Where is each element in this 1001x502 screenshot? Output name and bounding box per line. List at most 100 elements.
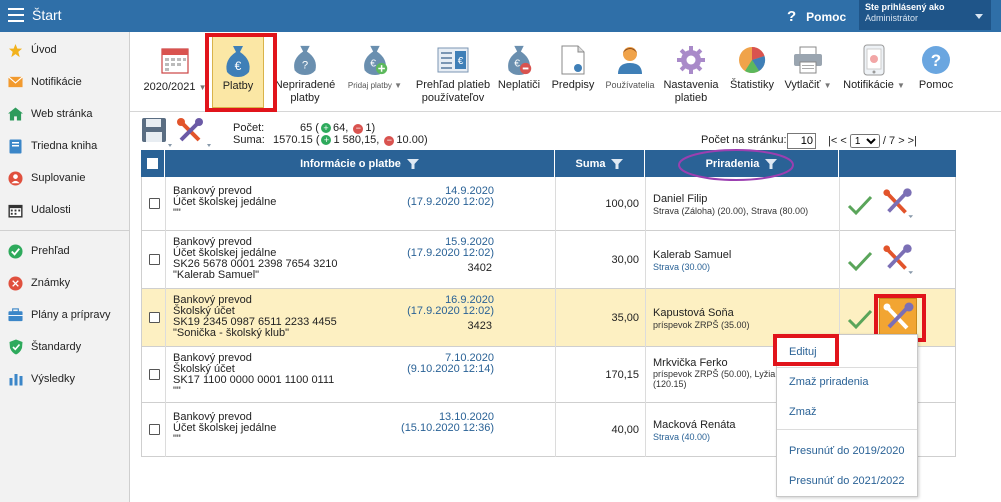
next-page-links[interactable]: > >| [898,135,917,147]
per-page-label: Počet na stránku: [701,134,787,146]
row-tools-icon[interactable] [881,243,915,275]
row-checkbox[interactable] [149,254,160,265]
shield-icon [8,339,23,355]
svg-text:?: ? [302,59,308,71]
prev-page-links[interactable]: |< < [828,135,847,147]
svg-text:€: € [514,59,520,70]
actions-header [839,150,956,177]
payment-sum: 35,00 [611,312,639,324]
sidebar-item-plany[interactable]: Plány a prípravy [0,301,129,329]
calendar-icon [8,203,23,218]
sidebar-item-notifikacie[interactable]: Notifikácie [0,68,129,96]
add-payments-label: Pridaj platby ▼ [347,81,403,90]
save-icon [142,118,172,147]
column-divider [645,177,646,457]
minus-icon: − [384,136,395,146]
ledger-icon: € [435,42,471,78]
mobile-notification-icon [856,42,892,78]
menu-move-previous-year[interactable]: Presunúť do 2019/2020 [789,445,904,457]
user-dropdown[interactable]: Ste prihlásený ako Administrátor [859,0,991,30]
assignment-detail: príspevok ZRPŠ (50.00), Lyžia [653,369,776,379]
briefcase-icon [8,308,23,323]
payer-name: Daniel Filip [653,193,708,205]
table-header: Informácie o platbe Suma Priradenia [141,150,956,177]
notifications-button[interactable]: Notifikácie ▼ [840,36,908,108]
sidebar-item-web[interactable]: Web stránka [0,100,129,128]
payment-date: 16.9.2020 (17.9.2020 12:02) [407,294,494,317]
count-value: 65 (+64, −1) [300,122,376,134]
payment-info: Bankový prevod Školský účet SK19 2345 0987… [173,294,337,339]
info-header[interactable]: Informácie o platbe [165,150,555,177]
check-circle-icon [8,243,23,259]
pagination: |< < 1 / 7 > >| [828,134,917,148]
plus-icon: + [320,123,331,133]
print-button[interactable]: Vytlačiť ▼ [782,36,834,108]
select-all-checkbox[interactable] [147,158,158,169]
hamburger-menu-icon[interactable] [8,8,24,22]
minus-icon: − [353,124,364,134]
sidebar: Úvod Notifikácie Web stránka Triedna kni… [0,32,130,502]
plus-icon: + [321,135,332,145]
page-select[interactable]: 1 [849,134,880,148]
envelope-icon [8,75,23,90]
unassigned-payments-button[interactable]: ? Nepriradené platby [270,36,340,108]
document-icon [555,42,591,78]
variable-symbol: 3423 [467,320,492,332]
menu-delete-assignments[interactable]: Zmaž priradenia [789,376,868,388]
user-role: Administrátor [865,13,919,23]
sidebar-item-uvod[interactable]: Úvod [0,36,129,64]
year-label: 2020/2021 ▼ [143,81,207,93]
debtors-button[interactable]: € Neplatiči [496,36,542,108]
sidebar-item-triedna-kniha[interactable]: Triedna kniha [0,132,129,160]
help-link[interactable]: ? Pomoc [787,8,846,25]
sidebar-item-suplovanie[interactable]: Suplovanie [0,164,129,192]
assignment-detail: Strava (Záloha) (20.00), Strava (80.00) [653,206,809,216]
payer-name: Macková Renáta [653,419,736,431]
gear-icon [673,42,709,78]
calendar-icon [157,42,193,78]
row-checkbox[interactable] [149,424,160,435]
payment-sum: 170,15 [605,369,639,381]
row-tools-icon[interactable] [881,187,915,219]
check-icon [847,195,873,216]
sum-header[interactable]: Suma [555,150,645,177]
regulations-button[interactable]: Predpisy [548,36,598,108]
highlight-edit [773,334,839,366]
money-bag-question-icon: ? [287,42,323,78]
menu-move-next-year[interactable]: Presunúť do 2021/2022 [789,475,904,487]
payment-date: 14.9.2020 (17.9.2020 12:02) [407,185,494,208]
count-label: Počet: [233,122,265,134]
row-checkbox[interactable] [149,198,160,209]
row-checkbox[interactable] [149,312,160,323]
sidebar-divider [0,230,129,231]
person-icon [612,42,648,78]
sidebar-item-vysledky[interactable]: Výsledky [0,365,129,393]
row-checkbox[interactable] [149,369,160,380]
pie-chart-icon [734,42,770,78]
statistics-button[interactable]: Štatistiky [726,36,778,108]
school-year-button[interactable]: 2020/2021 ▼ [140,36,210,108]
users-button[interactable]: Používatelia [604,36,656,108]
sidebar-item-udalosti[interactable]: Udalosti [0,196,129,224]
help-button[interactable]: ? Pomoc [914,36,958,108]
table-row: Bankový prevod Účet školskej jedálne SK26 … [141,231,956,289]
payment-info: Bankový prevod Účet školskej jedálne SK26 … [173,236,338,281]
sidebar-item-standardy[interactable]: Štandardy [0,333,129,361]
print-label: Vytlačiť ▼ [784,79,832,91]
payment-info: Bankový prevod Školský účet SK17 1100 0000… [173,352,335,397]
user-payment-overview-button[interactable]: € Prehľad platieb používateľov [412,36,494,108]
svg-text:€: € [370,59,376,70]
sidebar-item-znamky[interactable]: Známky [0,269,129,297]
money-bag-debtor-icon: € [501,42,537,78]
notifications-label: Notifikácie ▼ [843,79,905,91]
menu-delete[interactable]: Zmaž [789,406,817,418]
user-label: Ste prihlásený ako [865,2,945,12]
payment-settings-button[interactable]: Nastavenia platieb [660,36,722,108]
assignment-detail: Strava (40.00) [653,432,711,442]
printer-icon [790,42,826,78]
payment-info: Bankový prevod Účet školskej jedálne "" [173,411,277,445]
sidebar-item-prehlad[interactable]: Prehľad [0,237,129,265]
star-icon [8,43,23,58]
grades-icon [8,275,23,291]
add-payments-button[interactable]: € Pridaj platby ▼ [342,36,408,108]
